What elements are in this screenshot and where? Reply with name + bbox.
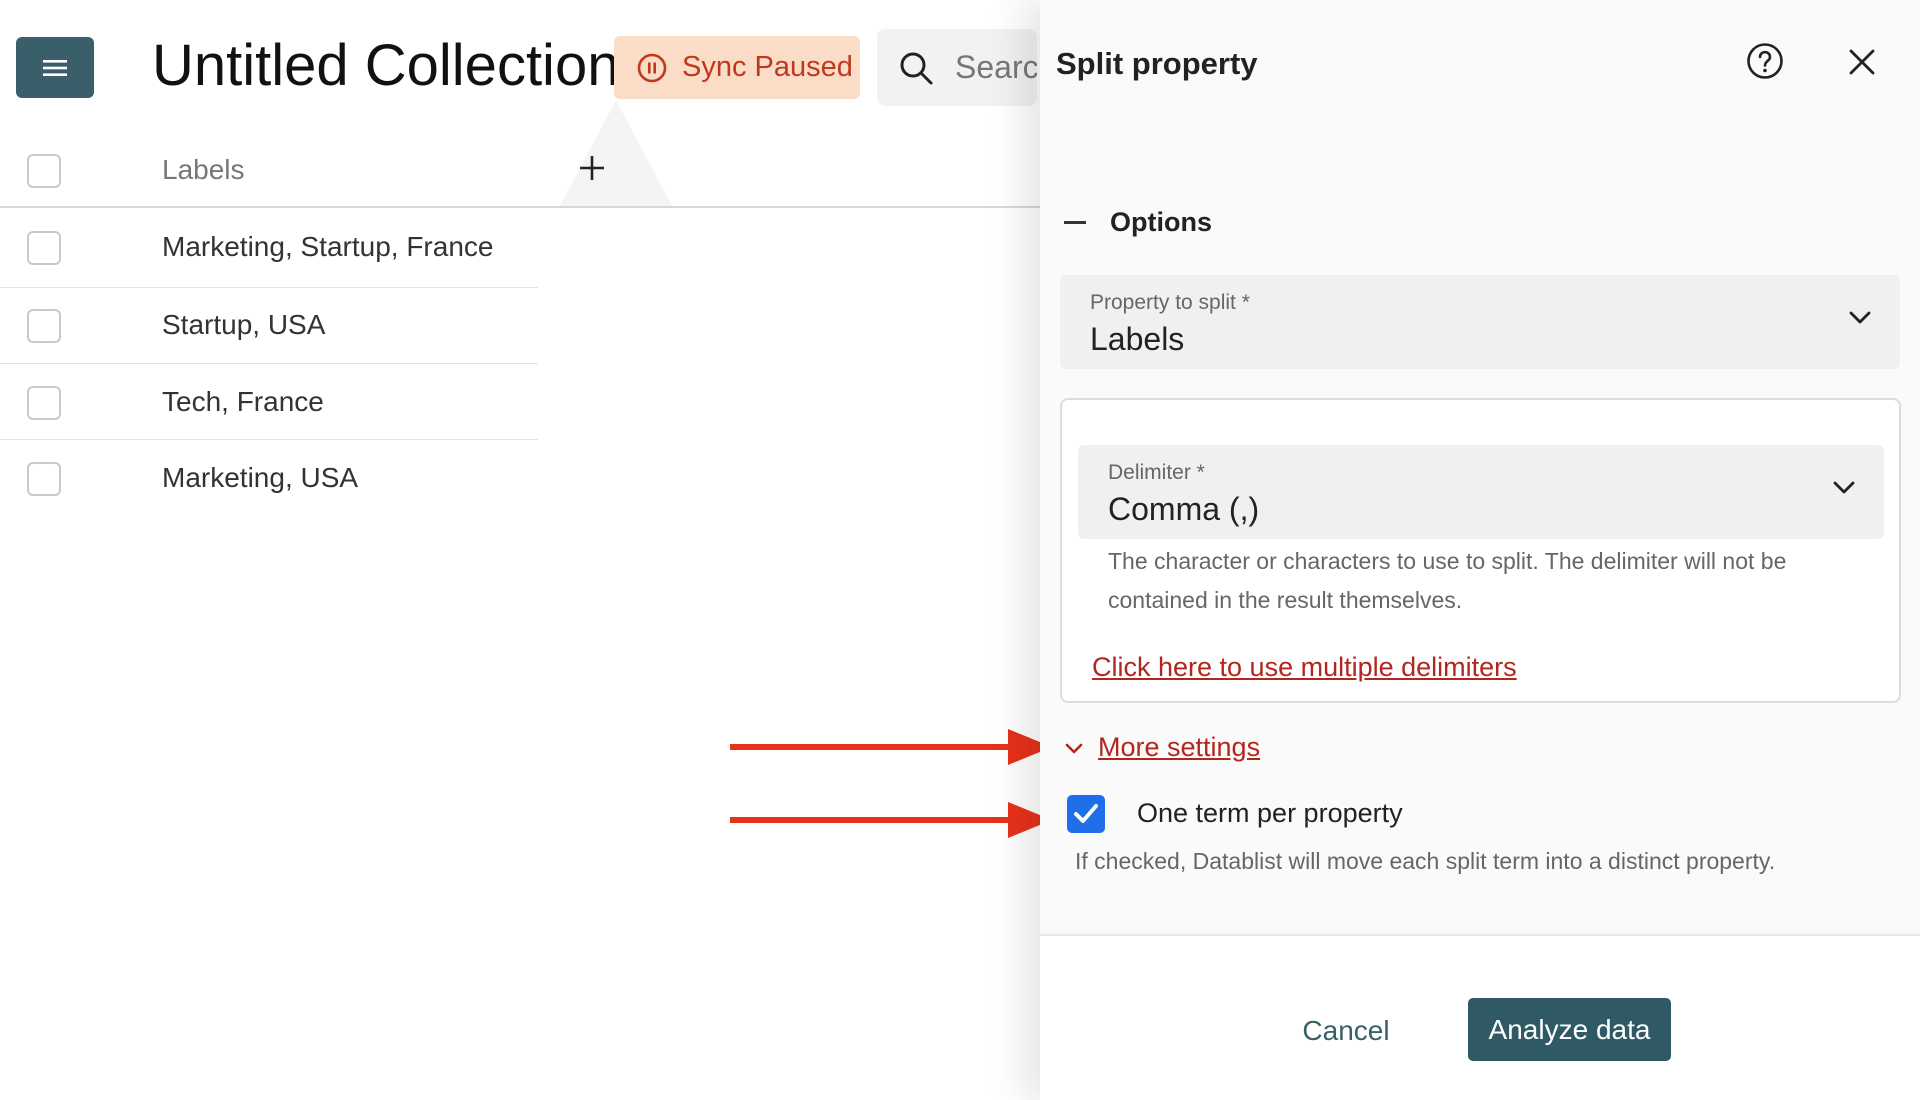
table-cell-labels[interactable]: Marketing, Startup, France bbox=[162, 231, 493, 263]
delimiter-label: Delimiter * bbox=[1108, 461, 1205, 484]
checkmark-icon bbox=[1074, 804, 1098, 823]
help-icon[interactable] bbox=[1746, 42, 1784, 80]
arrow-right-icon bbox=[730, 729, 1052, 765]
panel-title: Split property bbox=[1056, 46, 1258, 81]
close-icon[interactable] bbox=[1848, 48, 1876, 76]
analyze-data-button[interactable]: Analyze data bbox=[1468, 998, 1671, 1061]
delimiter-help-text: The character or characters to use to sp… bbox=[1108, 548, 1787, 613]
chevron-down-icon[interactable] bbox=[1064, 742, 1084, 756]
row-divider bbox=[0, 287, 538, 288]
menu-icon bbox=[43, 59, 67, 76]
row-checkbox[interactable] bbox=[27, 309, 61, 343]
search-input[interactable]: Search bbox=[877, 29, 1037, 106]
column-header-labels[interactable]: Labels bbox=[162, 154, 245, 186]
row-divider bbox=[0, 439, 538, 440]
table-cell-labels[interactable]: Marketing, USA bbox=[162, 462, 358, 494]
delimiter-select[interactable]: Delimiter * Comma (,) bbox=[1078, 445, 1884, 539]
select-all-checkbox[interactable] bbox=[27, 154, 61, 188]
one-term-per-property-checkbox[interactable] bbox=[1067, 795, 1105, 833]
table-cell-labels[interactable]: Tech, France bbox=[162, 386, 324, 418]
chevron-down-icon bbox=[1833, 481, 1855, 494]
collapse-options-icon[interactable] bbox=[1064, 221, 1086, 224]
options-section-label[interactable]: Options bbox=[1110, 207, 1212, 238]
pause-icon bbox=[637, 53, 667, 82]
menu-button[interactable] bbox=[16, 37, 94, 98]
more-settings-link[interactable]: More settings bbox=[1098, 732, 1260, 763]
row-checkbox[interactable] bbox=[27, 386, 61, 420]
table-header-divider bbox=[0, 206, 1040, 208]
arrow-right-icon bbox=[730, 802, 1052, 838]
property-to-split-value: Labels bbox=[1090, 321, 1185, 357]
table-cell-labels[interactable]: Startup, USA bbox=[162, 309, 325, 341]
property-to-split-select[interactable]: Property to split * Labels bbox=[1060, 275, 1900, 369]
sync-status-badge[interactable]: Sync Paused bbox=[614, 36, 860, 99]
search-icon bbox=[900, 52, 933, 84]
delimiter-value: Comma (,) bbox=[1108, 491, 1260, 527]
search-placeholder: Search bbox=[955, 49, 1037, 85]
property-to-split-label: Property to split * bbox=[1090, 291, 1250, 314]
multiple-delimiters-link[interactable]: Click here to use multiple delimiters bbox=[1092, 652, 1517, 683]
row-divider bbox=[0, 363, 538, 364]
sync-status-label: Sync Paused bbox=[682, 51, 853, 83]
row-checkbox[interactable] bbox=[27, 231, 61, 265]
row-checkbox[interactable] bbox=[27, 462, 61, 496]
split-property-panel: Split property Options Property to split… bbox=[1040, 0, 1920, 1100]
cancel-button[interactable]: Cancel bbox=[1286, 1007, 1406, 1055]
chevron-down-icon bbox=[1849, 311, 1871, 324]
collection-title[interactable]: Untitled Collection bbox=[152, 32, 619, 99]
panel-footer: Cancel Analyze data bbox=[1040, 936, 1920, 1100]
one-term-per-property-help: If checked, Datablist will move each spl… bbox=[1075, 848, 1776, 874]
one-term-per-property-label[interactable]: One term per property bbox=[1137, 798, 1403, 829]
add-column-plus-icon[interactable] bbox=[574, 150, 610, 186]
